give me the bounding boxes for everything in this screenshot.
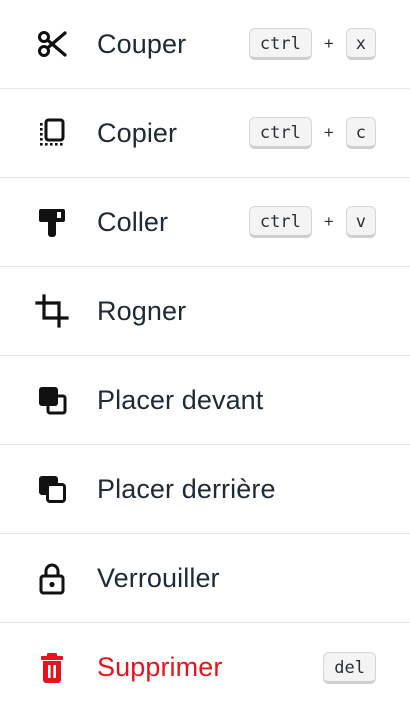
menu-item-label: Coller [97,206,169,237]
trash-icon [34,650,70,686]
menu-item-delete[interactable]: Supprimer del [0,623,410,712]
key-x: x [345,28,376,60]
menu-item-cut[interactable]: Couper ctrl + x [0,0,410,89]
menu-item-label: Rogner [97,295,187,326]
context-menu: Couper ctrl + x Copier ctrl + c Coller c… [0,0,410,717]
plus-sign: + [323,212,334,231]
scissors-icon [34,26,70,62]
menu-item-label: Supprimer [97,652,223,682]
paste-icon [34,204,70,240]
key-c: c [345,117,376,149]
menu-item-paste[interactable]: Coller ctrl + v [0,178,410,267]
key-del: del [323,651,376,684]
menu-item-bring-to-front[interactable]: Placer devant [0,356,410,445]
shortcut: ctrl + v [248,206,376,238]
menu-item-label: Placer derrière [97,473,276,504]
plus-sign: + [323,123,334,142]
bring-to-front-icon [34,382,70,418]
menu-item-lock[interactable]: Verrouiller [0,534,410,623]
key-v: v [345,206,376,238]
plus-sign: + [323,34,334,53]
menu-item-label: Copier [97,117,178,148]
menu-item-label: Placer devant [97,384,264,415]
menu-item-label: Verrouiller [97,562,220,593]
shortcut: del [323,651,376,684]
key-ctrl: ctrl [248,117,312,149]
crop-icon [34,293,70,329]
menu-item-label: Couper [97,28,187,59]
menu-item-crop[interactable]: Rogner [0,267,410,356]
shortcut: ctrl + c [248,117,376,149]
key-ctrl: ctrl [248,206,312,238]
send-to-back-icon [34,471,70,507]
menu-item-copy[interactable]: Copier ctrl + c [0,89,410,178]
copy-icon [34,115,70,151]
shortcut: ctrl + x [248,28,376,60]
lock-icon [34,560,70,596]
key-ctrl: ctrl [248,28,312,60]
menu-item-send-to-back[interactable]: Placer derrière [0,445,410,534]
